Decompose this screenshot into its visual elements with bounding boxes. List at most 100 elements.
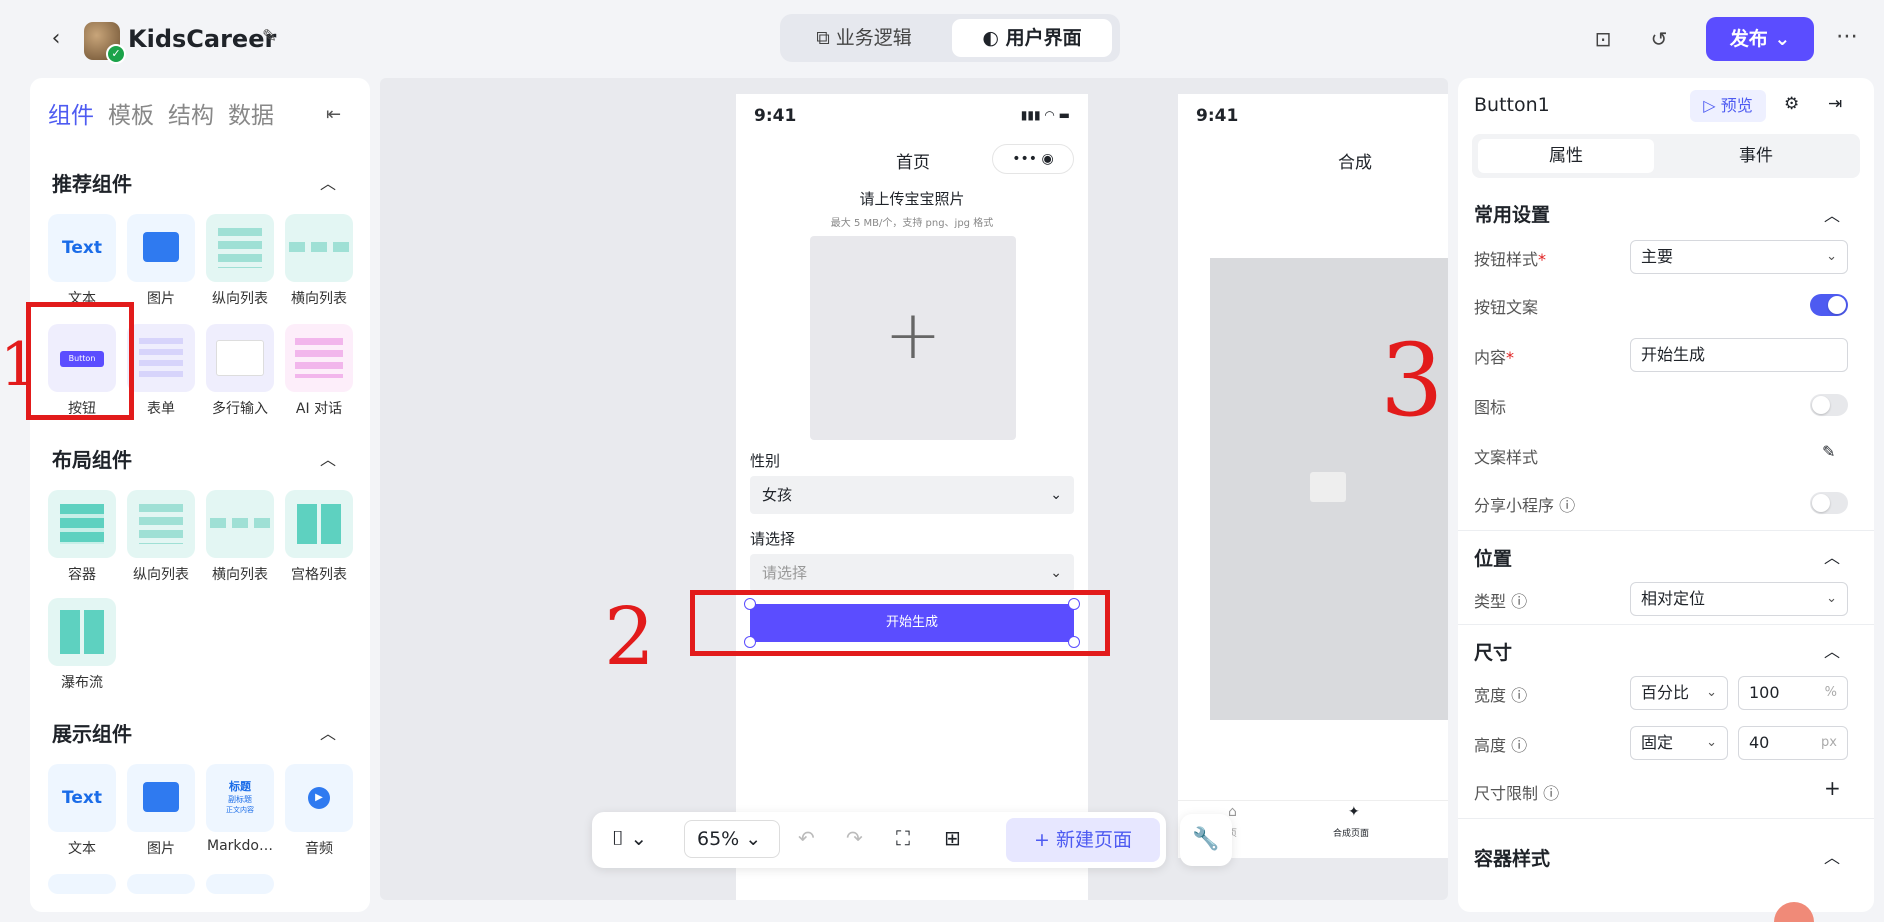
height-input[interactable]: 40 px (1738, 726, 1848, 760)
label-text: 尺寸限制 (1474, 784, 1539, 803)
publish-label: 发布 (1729, 28, 1768, 50)
horizontal-list-component[interactable] (206, 490, 274, 558)
zoom-value: 65% (697, 828, 740, 850)
input-value: 100 (1749, 683, 1780, 702)
chevron-up-icon[interactable]: ︿ (1824, 844, 1840, 868)
waterfall-component[interactable] (48, 598, 116, 666)
component-thumb[interactable] (127, 874, 195, 894)
form-component[interactable] (127, 324, 195, 392)
tab-business-logic[interactable]: ⧉ 业务逻辑 (788, 19, 940, 57)
image-component[interactable] (127, 214, 195, 282)
redo-icon[interactable]: ↷ (846, 826, 863, 850)
history-icon[interactable]: ↺ (1642, 22, 1676, 56)
grid-icon[interactable]: ⊞ (944, 826, 961, 850)
text-component[interactable]: Text (48, 764, 116, 832)
tab-events[interactable]: 事件 (1668, 139, 1844, 173)
icon-label: 图标 (1474, 398, 1507, 417)
gender-select[interactable]: 女孩 ⌄ (750, 476, 1074, 514)
tab-label: 业务逻辑 (835, 27, 912, 49)
select-value: 固定 (1641, 733, 1674, 752)
phone-compose-page[interactable]: 9:41 合成 ⌂ 页 ✦ 合成页面 (1178, 94, 1448, 858)
content-input[interactable]: 开始生成 (1630, 338, 1848, 372)
tab-templates[interactable]: 模板 (108, 100, 154, 132)
horizontal-list-component[interactable] (285, 214, 353, 282)
chevron-up-icon[interactable]: ︿ (320, 446, 336, 470)
component-label: 瀑布流 (61, 675, 103, 691)
btn-text-toggle[interactable] (1810, 294, 1848, 316)
capsule-dots: ••• (1012, 151, 1038, 167)
status-time: 9:41 (1196, 106, 1239, 126)
component-thumb[interactable] (206, 874, 274, 894)
audio-component[interactable]: ▶ (285, 764, 353, 832)
chevron-up-icon[interactable]: ︿ (1824, 202, 1840, 226)
info-icon: ⓘ (1511, 686, 1528, 705)
upload-box[interactable]: + (810, 236, 1016, 440)
label-text: 按钮样式 (1474, 250, 1539, 269)
vertical-list-component[interactable] (206, 214, 274, 282)
fit-screen-icon[interactable]: ⛶ (896, 826, 910, 850)
markdown-component[interactable]: 标题 副标题 正文内容 (206, 764, 274, 832)
section-container-style: 容器样式 (1474, 848, 1551, 870)
component-label: 横向列表 (212, 567, 268, 583)
component-thumb[interactable] (48, 874, 116, 894)
edit-icon[interactable]: ✎ (1822, 442, 1835, 461)
tab-user-interface[interactable]: ◐ 用户界面 (952, 19, 1112, 57)
chevron-down-icon: ⌄ (1706, 735, 1717, 750)
preview-button[interactable]: ▷ 预览 (1690, 90, 1766, 122)
design-canvas[interactable]: 9:41 ▮▮▮ ◠ ▬ 首页 ••• ◉ 请上传宝宝照片 最大 5 MB/个，… (380, 78, 1448, 900)
more-icon[interactable]: ⋯ (1830, 22, 1864, 56)
share-toggle[interactable] (1810, 492, 1848, 514)
chevron-down-icon: ⌄ (1774, 28, 1791, 50)
tab-attributes[interactable]: 属性 (1478, 139, 1654, 173)
sparkle-icon: ✦ (1348, 804, 1360, 820)
content-label: 内容* (1474, 344, 1514, 368)
edit-name-icon[interactable]: ✎ (262, 26, 284, 48)
divider (1458, 624, 1874, 625)
position-type-select[interactable]: 相对定位 ⌄ (1630, 582, 1848, 616)
collapse-panel-icon[interactable]: ⇤ (326, 104, 341, 125)
target-icon: ◉ (1041, 151, 1054, 167)
tab-components[interactable]: 组件 (48, 100, 94, 132)
text-component[interactable]: Text (48, 214, 116, 282)
chevron-up-icon[interactable]: ︿ (320, 170, 336, 194)
play-circle-icon: ▷ (1703, 96, 1721, 115)
grid-list-component[interactable] (285, 490, 353, 558)
back-icon[interactable]: ‹ (44, 24, 68, 54)
component-label: 图片 (147, 841, 175, 857)
tab-structure[interactable]: 结构 (168, 100, 214, 132)
mode-tabs: ⧉ 业务逻辑 ◐ 用户界面 (780, 14, 1120, 62)
settings-icon[interactable]: ⚙ (1784, 94, 1799, 114)
mouse-icon[interactable]: ⌷ ⌄ (612, 826, 647, 850)
option-select[interactable]: 请选择 ⌄ (750, 554, 1074, 592)
ai-chat-component[interactable] (285, 324, 353, 392)
new-page-button[interactable]: + 新建页面 (1006, 818, 1160, 862)
width-mode-select[interactable]: 百分比 ⌄ (1630, 676, 1728, 710)
section-title: 展示组件 (52, 722, 132, 746)
undo-icon[interactable]: ↶ (798, 826, 815, 850)
btn-style-select[interactable]: 主要 ⌄ (1630, 240, 1848, 274)
tab-data[interactable]: 数据 (228, 100, 274, 132)
chat-icon (295, 338, 343, 378)
image-component[interactable] (127, 764, 195, 832)
tab-compose-label[interactable]: 合成页面 (1333, 826, 1369, 839)
archive-icon[interactable]: ⊡ (1586, 22, 1620, 56)
icon-toggle[interactable] (1810, 394, 1848, 416)
chevron-up-icon[interactable]: ︿ (1824, 638, 1840, 662)
phone-home-page[interactable]: 9:41 ▮▮▮ ◠ ▬ 首页 ••• ◉ 请上传宝宝照片 最大 5 MB/个，… (736, 94, 1088, 900)
width-label: 宽度 ⓘ (1474, 682, 1527, 706)
mini-capsule: ••• ◉ (992, 144, 1074, 174)
vertical-list-component[interactable] (127, 490, 195, 558)
textarea-component[interactable] (206, 324, 274, 392)
wrench-icon[interactable]: 🔧 (1180, 814, 1232, 866)
container-component[interactable] (48, 490, 116, 558)
annotation-number-3: 3 (1380, 322, 1444, 439)
collapse-panel-icon[interactable]: ⇥ (1828, 94, 1842, 114)
zoom-select[interactable]: 65% ⌄ (684, 820, 780, 858)
height-mode-select[interactable]: 固定 ⌄ (1630, 726, 1728, 760)
gender-value: 女孩 (762, 486, 793, 504)
chevron-up-icon[interactable]: ︿ (320, 720, 336, 744)
publish-button[interactable]: 发布 ⌄ (1706, 17, 1814, 61)
width-input[interactable]: 100% (1738, 676, 1848, 710)
chevron-up-icon[interactable]: ︿ (1824, 544, 1840, 568)
add-icon[interactable]: + (1824, 776, 1841, 800)
